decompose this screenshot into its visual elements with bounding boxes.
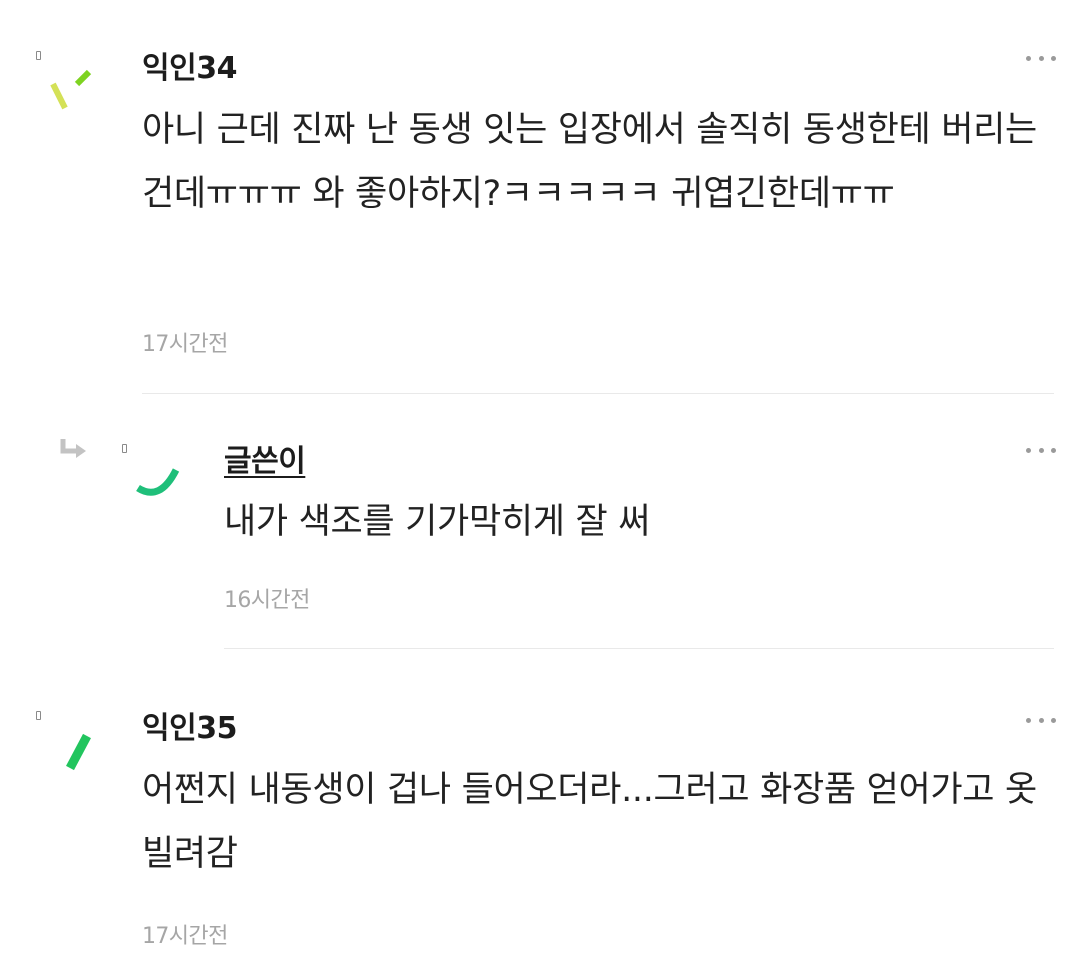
more-dots-icon[interactable] xyxy=(1026,444,1056,456)
divider xyxy=(142,393,1054,394)
comment-timestamp: 17시간전 xyxy=(142,332,228,357)
comment-thread: 익인34 아니 근데 진짜 난 동생 잇는 입장에서 솔직히 동생한테 버리는 … xyxy=(0,0,1080,970)
comment-timestamp: 17시간전 xyxy=(142,924,228,949)
more-dots-icon[interactable] xyxy=(1026,52,1056,64)
comment-body: 내가 색조를 기가막히게 잘 써 xyxy=(224,502,651,542)
comment-marker-icon xyxy=(122,444,127,453)
comment-author[interactable]: 익인34 xyxy=(142,43,237,87)
comment-marker-icon xyxy=(36,711,41,720)
divider xyxy=(224,648,1054,649)
anonymous-avatar xyxy=(136,468,180,496)
comment-marker-icon xyxy=(36,51,41,60)
comment-author[interactable]: 익인35 xyxy=(142,703,237,747)
anonymous-avatar xyxy=(50,69,92,110)
anonymous-avatar xyxy=(66,733,91,771)
comment-body: 어쩐지 내동생이 겁나 들어오더라...그러고 화장품 얻어가고 옷빌려감 xyxy=(142,770,1037,874)
comment-author-op[interactable]: 글쓴이 xyxy=(224,436,306,480)
reply-arrow-icon xyxy=(60,439,86,458)
more-dots-icon[interactable] xyxy=(1026,714,1056,726)
comment-body: 아니 근데 진짜 난 동생 잇는 입장에서 솔직히 동생한테 버리는 건데ㅠㅠㅠ… xyxy=(142,110,1048,214)
comment-timestamp: 16시간전 xyxy=(224,588,310,613)
